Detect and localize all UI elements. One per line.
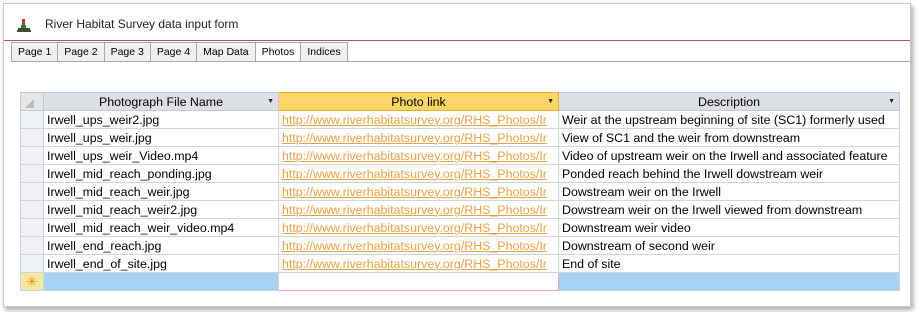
record-selector[interactable] — [20, 200, 44, 219]
table-row[interactable]: Irwell_mid_reach_weir.jpg http://www.rive… — [20, 182, 900, 201]
record-selector[interactable] — [20, 236, 44, 255]
photo-link-cell[interactable] — [278, 272, 559, 291]
tab-page-1[interactable]: Page 1 — [11, 42, 59, 62]
description-cell[interactable]: Dowstream weir on the Irwell — [558, 182, 900, 201]
window-title: River Habitat Survey data input form — [45, 17, 239, 31]
file-name-cell[interactable]: Irwell_mid_reach_ponding.jpg — [43, 164, 279, 183]
column-header-photo-link[interactable]: Photo link ▼ — [278, 92, 559, 111]
file-name-cell[interactable]: Irwell_mid_reach_weir.jpg — [43, 182, 279, 201]
description-cell[interactable]: Dowstream weir on the Irwell viewed from… — [558, 200, 900, 219]
record-selector[interactable] — [20, 164, 44, 183]
table-row[interactable]: Irwell_mid_reach_weir2.jpg http://www.riv… — [20, 200, 900, 219]
file-name-cell[interactable]: Irwell_ups_weir.jpg — [43, 128, 279, 147]
table-row[interactable]: Irwell_ups_weir.jpg http://www.riverhabit… — [20, 128, 900, 147]
description-cell[interactable]: Video of upstream weir on the Irwell and… — [558, 146, 900, 165]
table-row[interactable]: Irwell_mid_reach_weir_video.mp4 http://ww… — [20, 218, 900, 237]
photo-link-cell[interactable]: http://www.riverhabitatsurvey.org/RHS_Ph… — [278, 254, 559, 273]
file-name-cell[interactable]: Irwell_end_reach.jpg — [43, 236, 279, 255]
record-selector[interactable] — [20, 254, 44, 273]
photo-link-cell[interactable]: http://www.riverhabitatsurvey.org/RHS_Ph… — [278, 236, 559, 255]
chevron-down-icon[interactable]: ▼ — [267, 98, 274, 105]
photos-datasheet: Photograph File Name ▼ Photo link ▼ Desc… — [20, 92, 900, 291]
table-row[interactable]: Irwell_ups_weir2.jpg http://www.riverhabi… — [20, 110, 900, 129]
description-cell[interactable]: End of site — [558, 254, 900, 273]
photo-link-cell[interactable]: http://www.riverhabitatsurvey.org/RHS_Ph… — [278, 146, 559, 165]
column-header-description[interactable]: Description ▼ — [558, 92, 900, 111]
tab-page-3[interactable]: Page 3 — [104, 42, 151, 62]
table-row[interactable]: Irwell_ups_weir_Video.mp4 http://www.rive… — [20, 146, 900, 165]
file-name-cell[interactable]: Irwell_end_of_site.jpg — [43, 254, 279, 273]
tab-page-4[interactable]: Page 4 — [150, 42, 198, 62]
description-cell[interactable]: Downstream of second weir — [558, 236, 900, 255]
file-name-cell[interactable]: Irwell_ups_weir2.jpg — [43, 110, 279, 129]
description-cell[interactable]: Downstream weir video — [558, 218, 900, 237]
column-header-label: Photograph File Name — [99, 94, 223, 109]
description-cell[interactable]: Weir at the upstream beginning of site (… — [558, 110, 900, 129]
table-row[interactable]: Irwell_mid_reach_ponding.jpg http://www.r… — [20, 164, 900, 183]
rhs-logo-icon — [17, 19, 31, 32]
record-selector[interactable] — [20, 110, 44, 129]
title-bar: River Habitat Survey data input form — [4, 4, 910, 41]
record-selector[interactable] — [20, 128, 44, 147]
tab-indices[interactable]: Indices — [301, 42, 348, 62]
tab-map-data[interactable]: Map Data — [197, 42, 256, 62]
column-header-label: Description — [698, 94, 760, 109]
record-selector[interactable] — [20, 218, 44, 237]
photo-link-cell[interactable]: http://www.riverhabitatsurvey.org/RHS_Ph… — [278, 164, 559, 183]
new-record-icon[interactable]: ✳ — [20, 272, 44, 291]
select-all-corner[interactable] — [20, 92, 44, 111]
chevron-down-icon[interactable]: ▼ — [888, 98, 895, 105]
tab-page-2[interactable]: Page 2 — [58, 42, 105, 62]
record-selector[interactable] — [20, 146, 44, 165]
description-cell[interactable] — [558, 272, 900, 291]
tab-photos[interactable]: Photos — [255, 42, 302, 63]
record-selector[interactable] — [20, 182, 44, 201]
photo-link-cell[interactable]: http://www.riverhabitatsurvey.org/RHS_Ph… — [278, 200, 559, 219]
photo-link-cell[interactable]: http://www.riverhabitatsurvey.org/RHS_Ph… — [278, 218, 559, 237]
column-header-file-name[interactable]: Photograph File Name ▼ — [43, 92, 279, 111]
file-name-cell[interactable]: Irwell_mid_reach_weir2.jpg — [43, 200, 279, 219]
tab-strip: Page 1 Page 2 Page 3 Page 4 Map Data Photos In… — [11, 42, 348, 63]
column-header-label: Photo link — [391, 94, 446, 109]
description-cell[interactable]: Ponded reach behind the Irwell dowstream… — [558, 164, 900, 183]
file-name-cell[interactable]: Irwell_ups_weir_Video.mp4 — [43, 146, 279, 165]
table-row[interactable]: Irwell_end_reach.jpg http://www.riverhabi… — [20, 236, 900, 255]
photo-link-cell[interactable]: http://www.riverhabitatsurvey.org/RHS_Ph… — [278, 110, 559, 129]
new-record-row[interactable]: ✳ — [20, 272, 900, 291]
description-cell[interactable]: View of SC1 and the weir from downstream — [558, 128, 900, 147]
chevron-down-icon[interactable]: ▼ — [547, 98, 554, 105]
photo-link-cell[interactable]: http://www.riverhabitatsurvey.org/RHS_Ph… — [278, 182, 559, 201]
table-row[interactable]: Irwell_end_of_site.jpg http://www.riverha… — [20, 254, 900, 273]
photo-link-cell[interactable]: http://www.riverhabitatsurvey.org/RHS_Ph… — [278, 128, 559, 147]
file-name-cell[interactable] — [43, 272, 279, 291]
file-name-cell[interactable]: Irwell_mid_reach_weir_video.mp4 — [43, 218, 279, 237]
